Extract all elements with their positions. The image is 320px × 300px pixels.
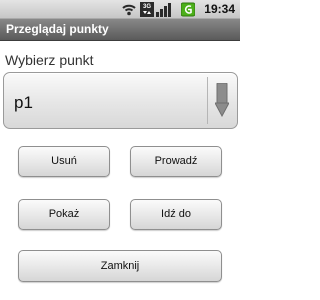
navigate-button[interactable]: Prowadź xyxy=(130,146,222,177)
go-to-button[interactable]: Idź do xyxy=(130,199,222,230)
title-bar: Przeglądaj punkty xyxy=(0,19,240,41)
signal-icon xyxy=(156,3,171,17)
dropdown-arrow-icon xyxy=(215,83,229,117)
network-label: 3G xyxy=(143,4,151,10)
clock: 19:34 xyxy=(204,2,235,16)
spinner-divider xyxy=(207,77,208,124)
status-bar: 3G 19:34 xyxy=(0,0,240,19)
wifi-icon xyxy=(122,4,136,16)
show-button[interactable]: Pokaż xyxy=(18,199,110,230)
3g-icon: 3G xyxy=(140,2,154,17)
delete-button[interactable]: Usuń xyxy=(18,146,110,177)
point-spinner[interactable]: p1 xyxy=(3,72,238,129)
window-title: Przeglądaj punkty xyxy=(6,22,109,36)
spinner-selected-value: p1 xyxy=(14,93,33,112)
select-point-label: Wybierz punkt xyxy=(5,52,94,68)
close-button[interactable]: Zamknij xyxy=(18,250,222,282)
battery-icon xyxy=(181,2,195,17)
